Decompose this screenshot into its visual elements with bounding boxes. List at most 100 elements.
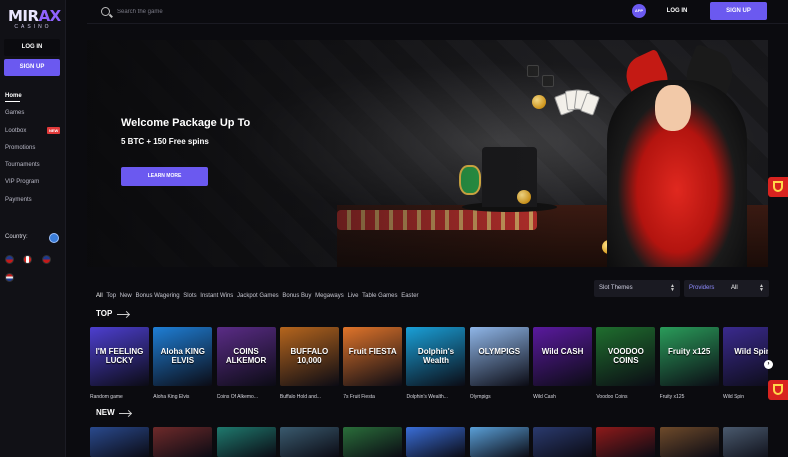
filter-tab[interactable]: Table Games — [362, 291, 397, 301]
game-card[interactable]: Dolphin's Wealth Dolphin's Wealth... — [406, 327, 466, 400]
country-label: Country: — [5, 234, 28, 240]
login-button[interactable]: LOG IN — [655, 4, 699, 18]
game-thumbnail[interactable]: Dolphin's Wealth — [406, 327, 466, 386]
trophy-widget[interactable] — [768, 177, 788, 197]
trophy-widget[interactable] — [768, 380, 788, 400]
signup-button[interactable]: SIGN UP — [710, 2, 767, 20]
filter-tab[interactable]: New — [120, 291, 132, 301]
sidebar-item-lootbox[interactable]: Lootbox NEW — [5, 126, 63, 143]
game-art-title: Wild CASH — [541, 347, 584, 356]
game-thumbnail[interactable]: OLYMPIGS — [469, 327, 529, 386]
game-thumbnail[interactable]: BUFFALO 10,000 — [279, 327, 339, 386]
game-card[interactable]: OLYMPIGS Olympigs — [469, 327, 529, 400]
arrow-right-icon[interactable] — [119, 413, 131, 414]
providers-value: All — [731, 285, 738, 291]
search-input[interactable] — [117, 5, 257, 18]
slot-themes-dropdown[interactable]: Slot Themes ▲ ▼ — [594, 280, 680, 297]
search-icon[interactable] — [101, 7, 110, 16]
game-thumbnail[interactable]: Wild Spin — [722, 327, 768, 386]
sort-arrows-icon: ▲ ▼ — [759, 283, 764, 293]
game-name: Coins Of Alkemo... — [216, 394, 258, 400]
game-thumbnail[interactable] — [469, 427, 529, 457]
logo[interactable]: MIRAX CASINO — [8, 8, 61, 30]
trophy-icon — [773, 384, 783, 395]
sidebar-item-tournaments[interactable]: Tournaments — [5, 160, 63, 177]
game-card[interactable]: VOODOO COINS Voodoo Coins — [596, 327, 656, 400]
filter-tab[interactable]: Top — [106, 291, 116, 301]
carousel-dots — [422, 257, 450, 267]
sidebar-signup-button[interactable]: SIGN UP — [4, 59, 60, 76]
game-thumbnail[interactable]: Wild CASH — [533, 327, 593, 386]
game-thumbnail[interactable] — [596, 427, 656, 457]
learn-more-button[interactable]: LEARN MORE — [121, 167, 208, 186]
filter-tab[interactable]: Bonus Wagering — [135, 291, 179, 301]
game-thumbnail[interactable]: COINS ALKEMOR — [216, 327, 276, 386]
hero-overlay — [87, 40, 768, 267]
sidebar-item-promotions[interactable]: Promotions — [5, 143, 63, 160]
top-bar: APP LOG IN SIGN UP — [87, 0, 788, 24]
filter-tab[interactable]: Bonus Buy — [282, 291, 311, 301]
game-card[interactable]: Aloha KING ELVIS Aloha King Elvis — [153, 327, 213, 400]
game-card[interactable]: I'M FEELING LUCKY Random game — [90, 327, 149, 400]
flag-ca-icon[interactable] — [23, 255, 33, 264]
globe-icon[interactable] — [49, 233, 59, 243]
game-thumbnail[interactable] — [722, 427, 768, 457]
game-art-title: COINS ALKEMOR — [225, 347, 267, 365]
filter-tab[interactable]: Megaways — [315, 291, 344, 301]
sidebar-item-vip[interactable]: VIP Program — [5, 177, 63, 194]
flag-nz-icon[interactable] — [5, 273, 14, 282]
game-thumbnail[interactable]: I'M FEELING LUCKY — [90, 327, 149, 386]
flag-uk-icon[interactable] — [5, 255, 14, 264]
game-card[interactable]: COINS ALKEMOR Coins Of Alkemo... — [216, 327, 276, 400]
sidebar-item-payments[interactable]: Payments — [5, 195, 63, 212]
game-thumbnail[interactable] — [90, 427, 149, 457]
game-thumbnail[interactable]: VOODOO COINS — [596, 327, 656, 386]
filter-tab[interactable]: All — [96, 291, 103, 301]
sidebar-login-button[interactable]: LOG IN — [4, 39, 60, 56]
arrow-right-icon[interactable] — [117, 314, 129, 315]
filter-tab[interactable]: Easter — [401, 291, 418, 301]
game-thumbnail[interactable] — [343, 427, 403, 457]
game-thumbnail[interactable] — [216, 427, 276, 457]
game-thumbnail[interactable] — [659, 427, 719, 457]
section-title-new[interactable]: NEW — [96, 408, 115, 417]
game-art-title: I'M FEELING LUCKY — [95, 347, 144, 365]
providers-dropdown[interactable]: Providers All ▲ ▼ — [684, 280, 769, 297]
flag-au-icon[interactable] — [41, 255, 51, 264]
hero-banner[interactable]: Welcome Package Up To 5 BTC + 150 Free s… — [87, 40, 768, 267]
section-title-top[interactable]: TOP — [96, 309, 112, 318]
app-button[interactable]: APP — [632, 4, 646, 18]
game-thumbnail[interactable] — [279, 427, 339, 457]
game-thumbnail[interactable] — [406, 427, 466, 457]
trophy-icon — [773, 181, 783, 192]
hero-subtitle: 5 BTC + 150 Free spins — [121, 137, 209, 146]
game-name: Random game — [90, 394, 123, 400]
game-art-title: OLYMPIGS — [478, 347, 521, 356]
game-art-title: BUFFALO 10,000 — [290, 347, 329, 365]
filter-tab[interactable]: Live — [347, 291, 358, 301]
game-name: Voodoo Coins — [596, 394, 628, 400]
game-name: 7s Fruit Fiesta — [343, 394, 375, 400]
game-card[interactable]: Wild Spin Wild Spin — [722, 327, 768, 400]
game-card[interactable]: Wild CASH Wild Cash — [533, 327, 593, 400]
game-art-title: VOODOO COINS — [607, 347, 644, 365]
game-name: Wild Cash — [533, 394, 556, 400]
game-thumbnail[interactable] — [533, 427, 593, 457]
game-art-title: Wild Spin — [734, 347, 768, 356]
game-thumbnail[interactable]: Fruity x125 — [659, 327, 719, 386]
game-thumbnail[interactable]: Fruit FIESTA — [343, 327, 403, 386]
filter-tab[interactable]: Jackpot Games — [237, 291, 279, 301]
filter-tab[interactable]: Instant Wins — [200, 291, 233, 301]
game-art-title: Aloha KING ELVIS — [160, 347, 206, 365]
sidebar-item-home[interactable]: Home — [5, 91, 63, 108]
game-card[interactable]: Fruity x125 Fruity x125 — [659, 327, 719, 400]
game-card[interactable]: BUFFALO 10,000 Buffalo Hold and... — [279, 327, 339, 400]
slot-themes-label: Slot Themes — [599, 285, 633, 291]
game-thumbnail[interactable] — [153, 427, 213, 457]
game-card[interactable]: Fruit FIESTA 7s Fruit Fiesta — [343, 327, 403, 400]
chevron-right-icon[interactable]: › — [764, 360, 773, 369]
game-thumbnail[interactable]: Aloha KING ELVIS — [153, 327, 213, 386]
category-filters: All Top New Bonus Wagering Slots Instant Wins… — [96, 284, 422, 299]
filter-tab[interactable]: Slots — [183, 291, 196, 301]
sidebar-item-games[interactable]: Games — [5, 108, 63, 125]
